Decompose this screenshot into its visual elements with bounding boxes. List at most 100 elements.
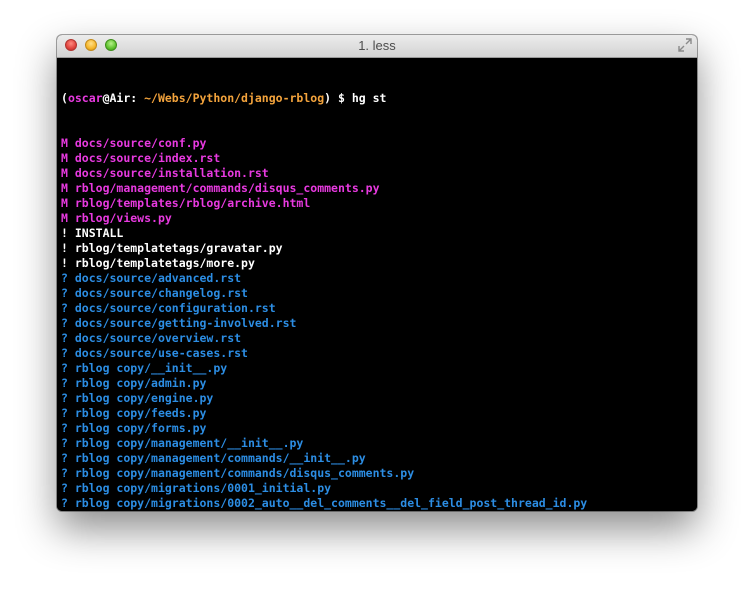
file-path: rblog copy/forms.py xyxy=(74,421,207,435)
status-separator xyxy=(68,211,75,225)
status-separator xyxy=(68,166,75,180)
fullscreen-icon[interactable] xyxy=(678,38,692,52)
file-path: docs/source/use-cases.rst xyxy=(74,346,248,360)
status-code: ? xyxy=(61,496,68,510)
file-path: docs/source/changelog.rst xyxy=(74,286,248,300)
file-path: docs/source/installation.rst xyxy=(74,166,269,180)
status-code: ? xyxy=(61,271,68,285)
status-code: M xyxy=(61,181,68,195)
status-line: ! rblog/templatetags/more.py xyxy=(61,256,697,271)
status-separator xyxy=(68,301,75,315)
prompt-host: @Air: xyxy=(102,91,145,105)
status-code: ? xyxy=(61,436,68,450)
window-title: 1. less xyxy=(358,38,396,53)
file-path: docs/source/getting-involved.rst xyxy=(74,316,297,330)
status-code: ? xyxy=(61,451,68,465)
status-code: ? xyxy=(61,481,68,495)
status-separator xyxy=(68,271,75,285)
status-line: M docs/source/index.rst xyxy=(61,151,697,166)
status-separator xyxy=(68,151,75,165)
status-separator xyxy=(68,286,75,300)
status-separator xyxy=(68,496,75,510)
status-line: ! INSTALL xyxy=(61,226,697,241)
status-separator xyxy=(68,421,75,435)
status-code: ? xyxy=(61,376,68,390)
status-separator xyxy=(68,256,75,270)
file-path: rblog copy/management/__init__.py xyxy=(74,436,304,450)
status-separator xyxy=(68,226,75,240)
status-line: ? rblog copy/feeds.py xyxy=(61,406,697,421)
status-separator xyxy=(68,466,75,480)
status-separator xyxy=(68,481,75,495)
title-bar[interactable]: 1. less xyxy=(57,35,697,58)
file-path: rblog/templatetags/gravatar.py xyxy=(74,241,283,255)
status-separator xyxy=(68,241,75,255)
file-path: rblog copy/engine.py xyxy=(74,391,214,405)
file-path: docs/source/configuration.rst xyxy=(74,301,276,315)
status-code: ? xyxy=(61,286,68,300)
status-line: ? rblog copy/migrations/0002_auto__del_c… xyxy=(61,496,697,511)
status-code: ! xyxy=(61,226,68,240)
status-separator xyxy=(68,406,75,420)
status-code: ? xyxy=(61,406,68,420)
status-line: ? rblog copy/engine.py xyxy=(61,391,697,406)
status-line: ? docs/source/getting-involved.rst xyxy=(61,316,697,331)
status-line: M docs/source/installation.rst xyxy=(61,166,697,181)
status-code: ? xyxy=(61,301,68,315)
prompt-close: ) $ xyxy=(324,91,352,105)
status-code: M xyxy=(61,136,68,150)
file-path: docs/source/index.rst xyxy=(74,151,221,165)
status-line: ? rblog copy/admin.py xyxy=(61,376,697,391)
status-code: ? xyxy=(61,391,68,405)
status-separator xyxy=(68,346,75,360)
terminal-output[interactable]: (oscar@Air: ~/Webs/Python/django-rblog) … xyxy=(57,58,697,511)
status-line: M rblog/views.py xyxy=(61,211,697,226)
status-code: ? xyxy=(61,421,68,435)
status-code: M xyxy=(61,196,68,210)
status-separator xyxy=(68,316,75,330)
file-path: rblog/management/commands/disqus_comment… xyxy=(74,181,380,195)
status-line: ? rblog copy/management/__init__.py xyxy=(61,436,697,451)
status-line: ? rblog copy/management/commands/disqus_… xyxy=(61,466,697,481)
status-code: M xyxy=(61,211,68,225)
status-separator xyxy=(68,196,75,210)
file-path: rblog copy/management/commands/disqus_co… xyxy=(74,466,415,480)
status-line: M rblog/templates/rblog/archive.html xyxy=(61,196,697,211)
status-code: M xyxy=(61,151,68,165)
file-path: rblog copy/feeds.py xyxy=(74,406,207,420)
status-code: ? xyxy=(61,466,68,480)
status-separator xyxy=(68,136,75,150)
status-code: ? xyxy=(61,361,68,375)
terminal-window: 1. less (oscar@Air: ~/Webs/Python/django… xyxy=(57,35,697,511)
shell-prompt-line: (oscar@Air: ~/Webs/Python/django-rblog) … xyxy=(61,91,697,106)
status-separator xyxy=(68,331,75,345)
status-separator xyxy=(68,361,75,375)
file-path: rblog copy/management/commands/__init__.… xyxy=(74,451,366,465)
file-path: rblog copy/migrations/0001_initial.py xyxy=(74,481,332,495)
status-line: ? rblog copy/__init__.py xyxy=(61,361,697,376)
status-line: ? docs/source/advanced.rst xyxy=(61,271,697,286)
status-line: ? docs/source/configuration.rst xyxy=(61,301,697,316)
status-code: ! xyxy=(61,241,68,255)
status-separator xyxy=(68,451,75,465)
file-path: rblog copy/__init__.py xyxy=(74,361,228,375)
file-path: docs/source/conf.py xyxy=(74,136,207,150)
file-path: docs/source/overview.rst xyxy=(74,331,242,345)
file-path: rblog copy/migrations/0002_auto__del_com… xyxy=(74,496,588,510)
prompt-path: ~/Webs/Python/django-rblog xyxy=(144,91,325,105)
status-line: M rblog/management/commands/disqus_comme… xyxy=(61,181,697,196)
status-code: ? xyxy=(61,316,68,330)
status-code: M xyxy=(61,166,68,180)
file-path: docs/source/advanced.rst xyxy=(74,271,242,285)
status-separator xyxy=(68,391,75,405)
status-code: ! xyxy=(61,256,68,270)
file-path: rblog/templates/rblog/archive.html xyxy=(74,196,311,210)
status-separator xyxy=(68,376,75,390)
file-path: rblog copy/admin.py xyxy=(74,376,207,390)
status-line: ? rblog copy/management/commands/__init_… xyxy=(61,451,697,466)
status-separator xyxy=(68,436,75,450)
status-line: ? rblog copy/forms.py xyxy=(61,421,697,436)
hg-status-list: M docs/source/conf.py M docs/source/index… xyxy=(61,136,697,511)
file-path: INSTALL xyxy=(74,226,124,240)
status-code: ? xyxy=(61,331,68,345)
